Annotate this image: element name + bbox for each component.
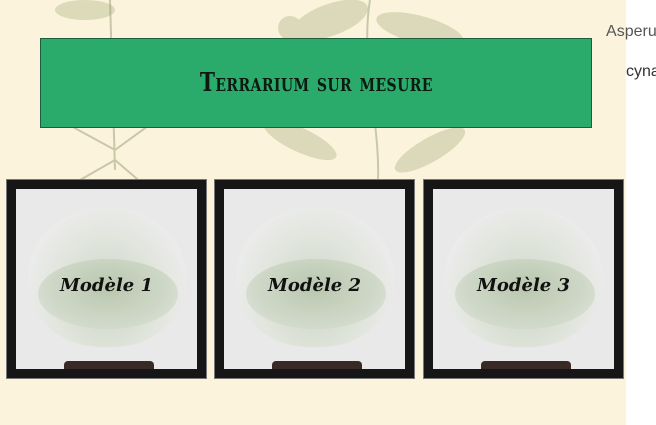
corner-botanical-caption: Asperula cyna — [598, 2, 656, 102]
model-card-label[interactable]: Modèle 3 — [433, 275, 614, 296]
model-card-1[interactable]: Modèle 1 — [6, 179, 207, 379]
model-card-3[interactable]: Modèle 3 — [423, 179, 624, 379]
corner-caption-line1: Asperula — [606, 23, 656, 40]
terrarium-hand-image — [272, 361, 362, 369]
page-title: Terrarium sur mesure — [199, 68, 433, 98]
terrarium-hand-image — [64, 361, 154, 369]
corner-caption-line2: cyna — [626, 63, 656, 80]
model-card-2[interactable]: Modèle 2 — [214, 179, 415, 379]
page-header: Terrarium sur mesure — [40, 38, 592, 128]
terrarium-photo: Modèle 1 — [16, 189, 197, 369]
terrarium-photo: Modèle 3 — [433, 189, 614, 369]
terrarium-hand-image — [481, 361, 571, 369]
terrarium-photo: Modèle 2 — [224, 189, 405, 369]
model-card-label[interactable]: Modèle 1 — [16, 275, 197, 296]
model-card-label[interactable]: Modèle 2 — [224, 275, 405, 296]
